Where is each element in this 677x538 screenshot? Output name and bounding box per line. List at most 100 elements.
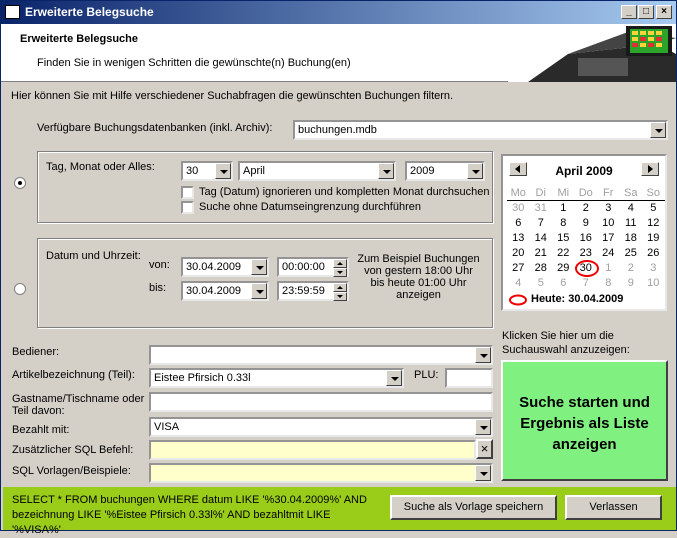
chevron-right-icon xyxy=(648,165,653,173)
calendar-day[interactable]: 9 xyxy=(575,215,598,230)
calendar-day[interactable]: 28 xyxy=(530,260,553,275)
to-date-picker[interactable]: 30.04.2009 xyxy=(181,281,269,301)
sql-input[interactable] xyxy=(149,440,476,460)
no-date-label: Suche ohne Datumseingrenzung durchführen xyxy=(199,201,421,213)
to-time-spinner[interactable] xyxy=(333,283,347,301)
calendar-day[interactable]: 7 xyxy=(530,215,553,230)
month-select[interactable]: April xyxy=(238,161,396,181)
calendar-day[interactable]: 19 xyxy=(642,230,665,245)
calendar-day[interactable]: 12 xyxy=(642,215,665,230)
calendar-day[interactable]: 9 xyxy=(620,275,643,290)
plu-input[interactable] xyxy=(445,368,493,388)
no-date-checkbox[interactable] xyxy=(181,201,194,214)
calendar-day[interactable]: 5 xyxy=(642,200,665,215)
calendar-day-today[interactable]: 30 xyxy=(574,260,598,277)
calendar-day[interactable]: 6 xyxy=(507,215,530,230)
header-panel: Erweiterte Belegsuche Finden Sie in weni… xyxy=(1,24,676,82)
calendar-day[interactable]: 10 xyxy=(597,215,620,230)
minimize-button[interactable]: _ xyxy=(621,5,637,19)
calendar-day[interactable]: 14 xyxy=(530,230,553,245)
day-value: 30 xyxy=(186,165,199,177)
calendar-day[interactable]: 16 xyxy=(575,230,598,245)
from-time-spinner[interactable] xyxy=(333,259,347,277)
exit-button[interactable]: Verlassen xyxy=(565,495,662,520)
save-template-button[interactable]: Suche als Vorlage speichern xyxy=(390,495,557,520)
calendar-day[interactable]: 7 xyxy=(575,275,598,290)
month-calendar[interactable]: April 2009 Mo Di Mi Do Fr Sa So 30 31 1 2 3 4 5 6789… xyxy=(501,154,667,311)
calendar-day[interactable]: 30 xyxy=(507,200,530,215)
to-date-value: 30.04.2009 xyxy=(186,285,242,297)
calendar-day[interactable]: 1 xyxy=(552,200,575,215)
calendar-day[interactable]: 3 xyxy=(597,200,620,215)
from-time-field[interactable]: 00:00:00 xyxy=(277,257,349,277)
calendar-day[interactable]: 11 xyxy=(620,215,643,230)
guest-input[interactable] xyxy=(149,392,493,412)
calendar-day[interactable]: 3 xyxy=(642,260,665,275)
calendar-day[interactable]: 4 xyxy=(507,275,530,290)
calendar-day[interactable]: 29 xyxy=(552,260,575,275)
paid-select[interactable]: VISA xyxy=(149,417,493,437)
calendar-day[interactable]: 1 xyxy=(597,260,620,275)
operator-select[interactable] xyxy=(149,345,493,365)
ignore-day-checkbox[interactable] xyxy=(181,186,194,199)
calendar-day[interactable]: 5 xyxy=(530,275,553,290)
calendar-day[interactable]: 24 xyxy=(597,245,620,260)
today-label[interactable]: Heute: 30.04.2009 xyxy=(531,293,623,305)
sql-preview: SELECT * FROM buchungen WHERE datum LIKE… xyxy=(12,494,367,536)
calendar-day[interactable]: 13 xyxy=(507,230,530,245)
calendar-day[interactable]: 31 xyxy=(530,200,553,215)
next-month-button[interactable] xyxy=(641,162,659,176)
calendar-day[interactable]: 10 xyxy=(642,275,665,290)
from-date-picker[interactable]: 30.04.2009 xyxy=(181,257,269,277)
clear-sql-button[interactable]: × xyxy=(476,439,493,459)
paid-label: Bezahlt mit: xyxy=(12,424,70,436)
day-select[interactable]: 30 xyxy=(181,161,233,181)
calendar-day[interactable]: 25 xyxy=(620,245,643,260)
calendar-day[interactable]: 23 xyxy=(575,245,598,260)
article-label: Artikelbezeichnung (Teil): xyxy=(12,369,135,381)
calendar-day[interactable]: 6 xyxy=(552,275,575,290)
window-title: Erweiterte Belegsuche xyxy=(25,5,154,19)
database-select[interactable]: buchungen.mdb xyxy=(293,120,668,140)
calendar-day[interactable]: 15 xyxy=(552,230,575,245)
close-button[interactable]: × xyxy=(656,5,672,19)
chevron-down-icon xyxy=(386,370,402,386)
to-time-value: 23:59:59 xyxy=(282,285,325,297)
weekday: So xyxy=(642,186,665,201)
sql-label: Zusätzlicher SQL Befehl: xyxy=(12,444,134,456)
maximize-button[interactable]: □ xyxy=(638,5,654,19)
calendar-day[interactable]: 2 xyxy=(575,200,598,215)
calendar-day[interactable]: 17 xyxy=(597,230,620,245)
plu-label: PLU: xyxy=(414,369,439,381)
calendar-day[interactable]: 8 xyxy=(552,215,575,230)
weekday: Di xyxy=(529,186,552,201)
from-label: von: xyxy=(149,259,170,271)
database-value: buchungen.mdb xyxy=(298,124,377,136)
calendar-day[interactable]: 26 xyxy=(642,245,665,260)
title-bar: Erweiterte Belegsuche _ □ × xyxy=(1,1,676,24)
today-date: 30.04.2009 xyxy=(568,293,624,305)
weekday: Do xyxy=(574,186,597,201)
start-search-button[interactable]: Suche starten und Ergebnis als Liste anz… xyxy=(501,360,668,481)
header-title: Erweiterte Belegsuche xyxy=(20,33,138,45)
calendar-day[interactable]: 21 xyxy=(530,245,553,260)
radio-datetime[interactable] xyxy=(14,283,26,295)
templates-select[interactable] xyxy=(149,463,493,483)
weekday: Mi xyxy=(552,186,575,201)
app-icon xyxy=(5,5,20,19)
chevron-down-icon xyxy=(467,163,483,179)
calendar-day[interactable]: 4 xyxy=(620,200,643,215)
chevron-down-icon xyxy=(650,122,666,138)
footer-bar: SELECT * FROM buchungen WHERE datum LIKE… xyxy=(3,487,676,536)
calendar-day[interactable]: 8 xyxy=(597,275,620,290)
calendar-day[interactable]: 2 xyxy=(620,260,643,275)
calendar-day[interactable]: 22 xyxy=(552,245,575,260)
year-select[interactable]: 2009 xyxy=(405,161,485,181)
calendar-day[interactable]: 27 xyxy=(507,260,530,275)
to-time-field[interactable]: 23:59:59 xyxy=(277,281,349,301)
calendar-day[interactable]: 20 xyxy=(507,245,530,260)
ignore-day-label: Tag (Datum) ignorieren und kompletten Mo… xyxy=(199,186,490,198)
radio-day-month[interactable] xyxy=(14,177,26,189)
calendar-day[interactable]: 18 xyxy=(620,230,643,245)
article-select[interactable]: Eistee Pfirsich 0.33l xyxy=(149,368,404,388)
